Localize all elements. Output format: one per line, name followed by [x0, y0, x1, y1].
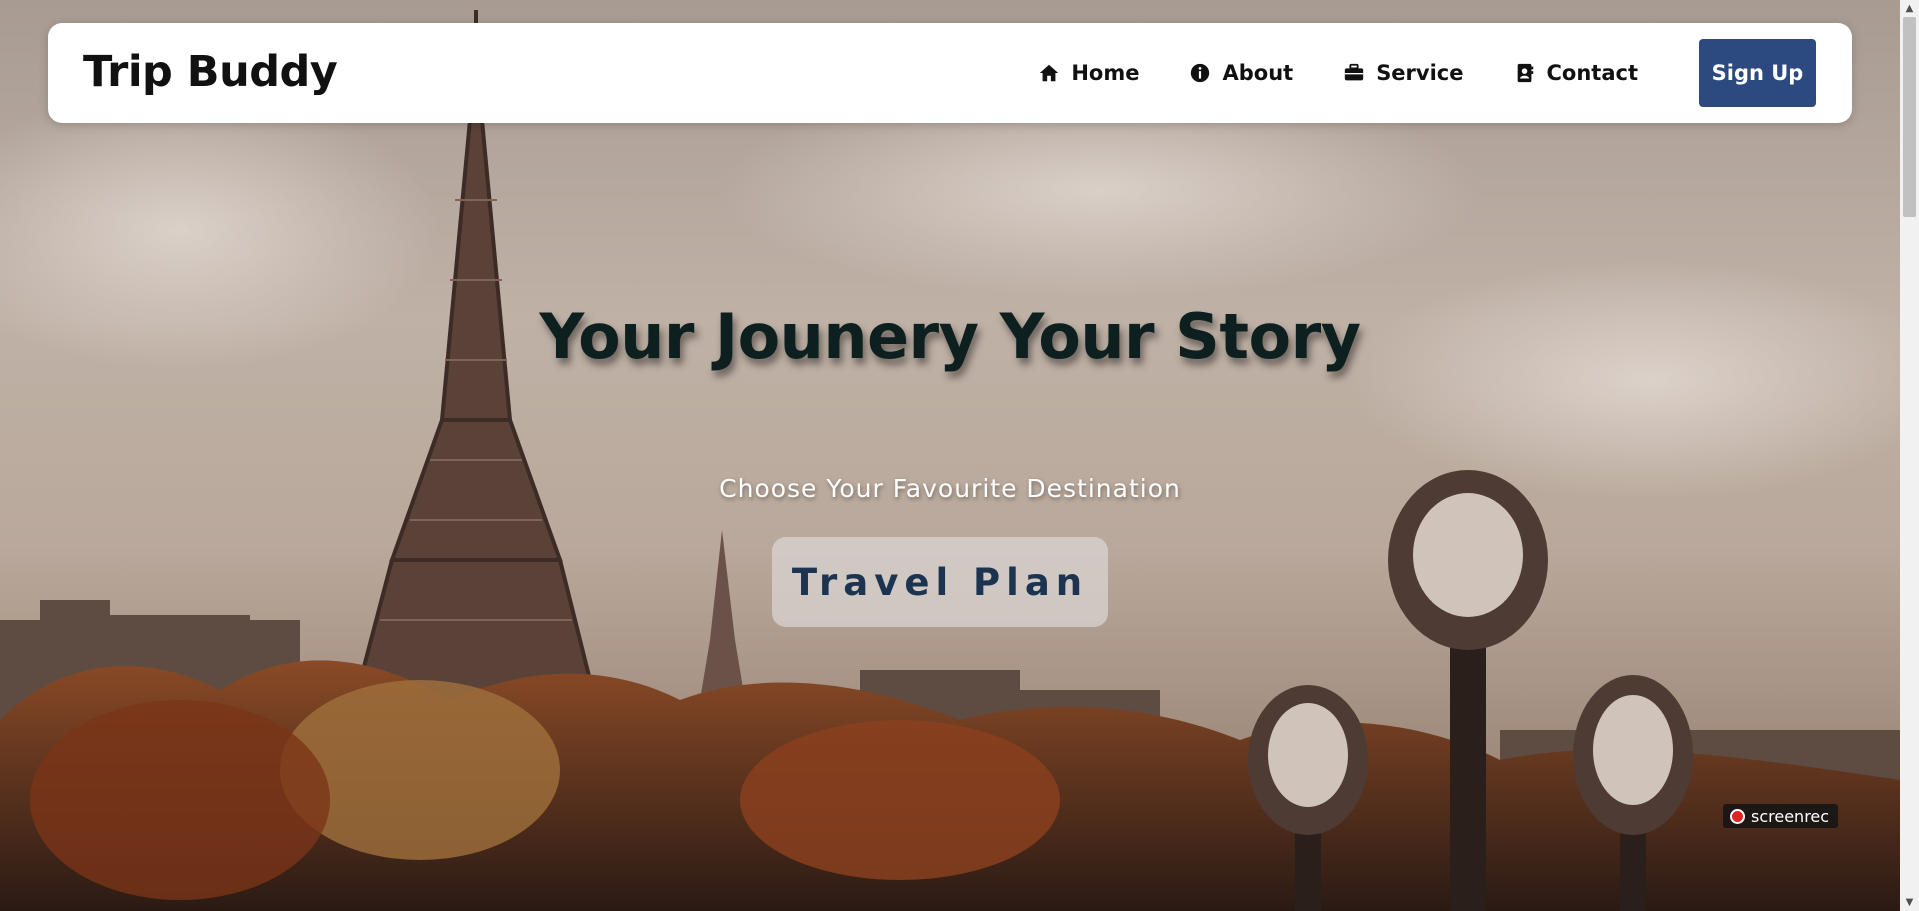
vertical-scrollbar[interactable]: ▲ ▼ [1900, 0, 1919, 911]
top-navbar: Trip Buddy Home About Service Contact Si… [48, 23, 1852, 123]
nav-item-label: About [1222, 61, 1294, 85]
hero-title: Your Jounery Your Story [539, 300, 1361, 373]
scrollbar-thumb[interactable] [1903, 17, 1916, 217]
nav-item-label: Home [1071, 61, 1140, 85]
contact-book-icon [1517, 63, 1533, 83]
scroll-up-arrow-icon[interactable]: ▲ [1900, 0, 1919, 17]
nav-item-service[interactable]: Service [1343, 61, 1464, 85]
hero-background-image [0, 0, 1900, 911]
nav-item-contact[interactable]: Contact [1514, 61, 1639, 85]
nav-item-about[interactable]: About [1189, 61, 1293, 85]
info-icon [1191, 63, 1210, 83]
hero-subtitle: Choose Your Favourite Destination [719, 474, 1181, 503]
nav-item-home[interactable]: Home [1038, 61, 1139, 85]
page-viewport: Trip Buddy Home About Service Contact Si… [0, 0, 1900, 911]
sign-up-button[interactable]: Sign Up [1699, 39, 1816, 107]
nav-links: Home About Service Contact [988, 23, 1638, 123]
briefcase-icon [1345, 63, 1364, 81]
scroll-down-arrow-icon[interactable]: ▼ [1900, 894, 1919, 911]
nav-item-label: Contact [1546, 61, 1639, 85]
record-icon [1730, 808, 1745, 824]
travel-plan-button[interactable]: Travel Plan [772, 537, 1108, 627]
nav-item-label: Service [1376, 61, 1464, 85]
brand-logo[interactable]: Trip Buddy [83, 47, 338, 97]
recorder-label: screenrec [1751, 806, 1830, 826]
home-icon [1040, 64, 1059, 82]
screen-recorder-badge[interactable]: screenrec [1723, 804, 1838, 828]
